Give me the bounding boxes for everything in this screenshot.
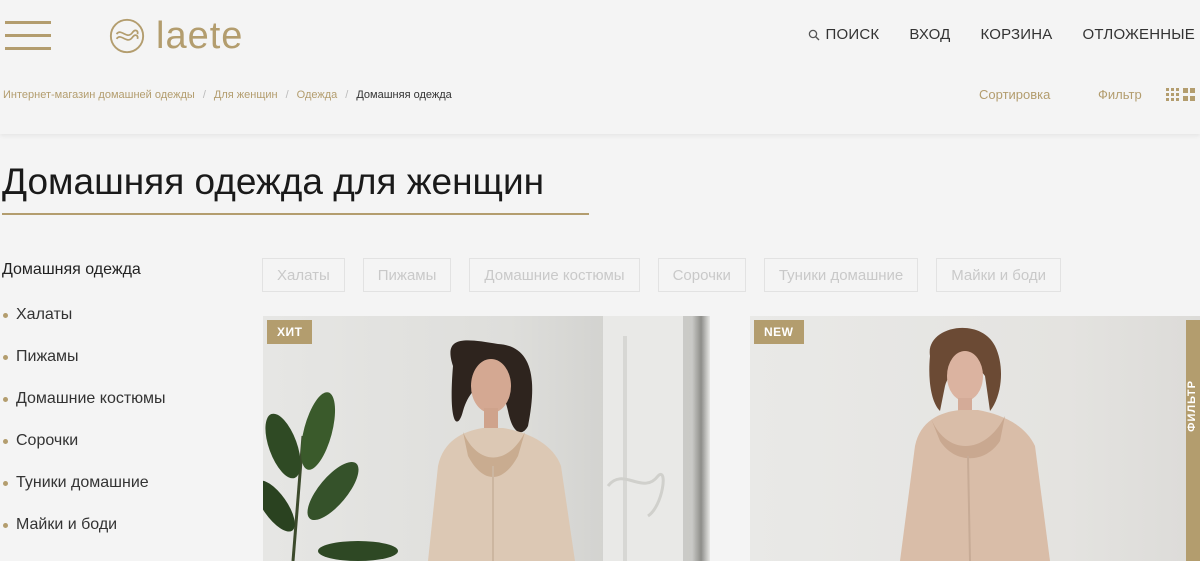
grid-2-view-icon[interactable] — [1183, 88, 1196, 101]
tag-pajamas[interactable]: Пижамы — [362, 258, 452, 292]
sidebar-item-tunics[interactable]: Туники домашние — [2, 474, 166, 516]
sort-button[interactable]: Сортировка — [979, 87, 1050, 102]
sidebar-item-tops[interactable]: Майки и боди — [2, 516, 166, 558]
product-card[interactable]: NEW — [750, 316, 1200, 561]
sidebar-item-robes[interactable]: Халаты — [2, 306, 166, 348]
sidebar-item-nightgowns[interactable]: Сорочки — [2, 432, 166, 474]
sidebar-item-label: Туники домашние — [16, 474, 149, 491]
search-link[interactable]: ПОИСК — [808, 26, 880, 43]
breadcrumb-current: Домашняя одежда — [356, 89, 452, 101]
bullet-icon — [3, 481, 8, 486]
product-image — [900, 327, 1050, 561]
sidebar-item-label: Сорочки — [16, 432, 79, 449]
sidebar-item-label: Пижамы — [16, 348, 79, 365]
tag-suits[interactable]: Домашние костюмы — [469, 258, 640, 292]
filter-button[interactable]: Фильтр — [1098, 87, 1142, 102]
bullet-icon — [3, 523, 8, 528]
sidebar-list: Халаты Пижамы Домашние костюмы Сорочки Т… — [2, 306, 166, 558]
title-underline — [2, 213, 589, 215]
category-tags: Халаты Пижамы Домашние костюмы Сорочки Т… — [262, 258, 1079, 292]
product-image — [263, 316, 683, 561]
site-header: laete ПОИСК ВХОД КОРЗИНА ОТЛОЖЕННЫЕ Инте… — [0, 0, 1200, 134]
bullet-icon — [3, 397, 8, 402]
tag-nightgowns[interactable]: Сорочки — [657, 258, 746, 292]
tag-tunics[interactable]: Туники домашние — [763, 258, 919, 292]
logo[interactable]: laete — [108, 16, 243, 56]
sidebar-heading[interactable]: Домашняя одежда — [2, 261, 141, 279]
sidebar-item-label: Майки и боди — [16, 516, 118, 533]
search-icon — [808, 29, 820, 40]
product-card[interactable]: ХИТ — [263, 316, 710, 561]
breadcrumb-separator: / — [345, 89, 349, 101]
wishlist-link[interactable]: ОТЛОЖЕННЫЕ — [1083, 26, 1196, 43]
logo-text: laete — [156, 15, 244, 57]
side-filter-tab[interactable]: ФИЛЬТР — [1186, 320, 1200, 561]
menu-icon[interactable] — [5, 21, 51, 53]
breadcrumb-separator: / — [285, 89, 289, 101]
top-nav: ПОИСК ВХОД КОРЗИНА ОТЛОЖЕННЫЕ — [808, 26, 1195, 43]
breadcrumb-separator: / — [202, 89, 206, 101]
tag-robes[interactable]: Халаты — [262, 258, 345, 292]
breadcrumb: Интернет-магазин домашней одежды / Для ж… — [3, 89, 452, 101]
bullet-icon — [3, 355, 8, 360]
breadcrumb-item-shop[interactable]: Интернет-магазин домашней одежды — [3, 89, 195, 101]
grid-3-view-icon[interactable] — [1166, 88, 1179, 101]
tag-tops[interactable]: Майки и боди — [936, 258, 1062, 292]
sidebar-item-suits[interactable]: Домашние костюмы — [2, 390, 166, 432]
breadcrumb-item-clothing[interactable]: Одежда — [297, 89, 338, 101]
bullet-icon — [3, 313, 8, 318]
sidebar-item-pajamas[interactable]: Пижамы — [2, 348, 166, 390]
cart-link[interactable]: КОРЗИНА — [981, 26, 1053, 43]
sidebar-item-label: Домашние костюмы — [16, 390, 166, 407]
product-badge: ХИТ — [267, 320, 313, 344]
bullet-icon — [3, 439, 8, 444]
sidebar-item-label: Халаты — [16, 306, 73, 323]
product-badge: NEW — [754, 320, 804, 344]
side-filter-label: ФИЛЬТР — [1186, 380, 1198, 432]
login-link[interactable]: ВХОД — [909, 26, 950, 43]
page-title: Домашняя одежда для женщин — [2, 161, 545, 202]
search-label: ПОИСК — [825, 26, 880, 43]
breadcrumb-item-women[interactable]: Для женщин — [214, 89, 278, 101]
logo-icon — [109, 18, 145, 54]
